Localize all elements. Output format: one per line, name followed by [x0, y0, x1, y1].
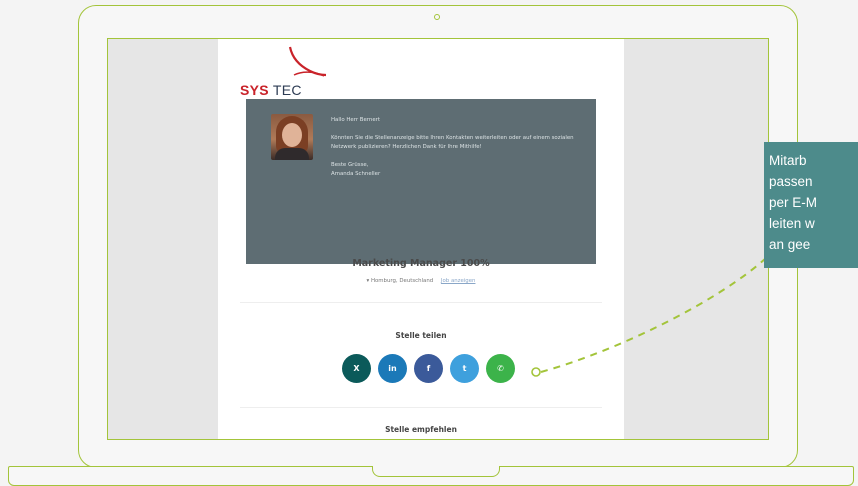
callout-connector [531, 257, 767, 377]
callout-line: passen [769, 174, 813, 189]
callout-anchor-icon [531, 367, 541, 377]
callout-line: Mitarb [769, 153, 807, 168]
callout-box: Mitarb passen per E-M leiten w an gee [764, 142, 858, 268]
callout-line: per E-M [769, 195, 818, 210]
callout-line: leiten w [769, 216, 815, 231]
callout-line: an gee [769, 237, 811, 252]
